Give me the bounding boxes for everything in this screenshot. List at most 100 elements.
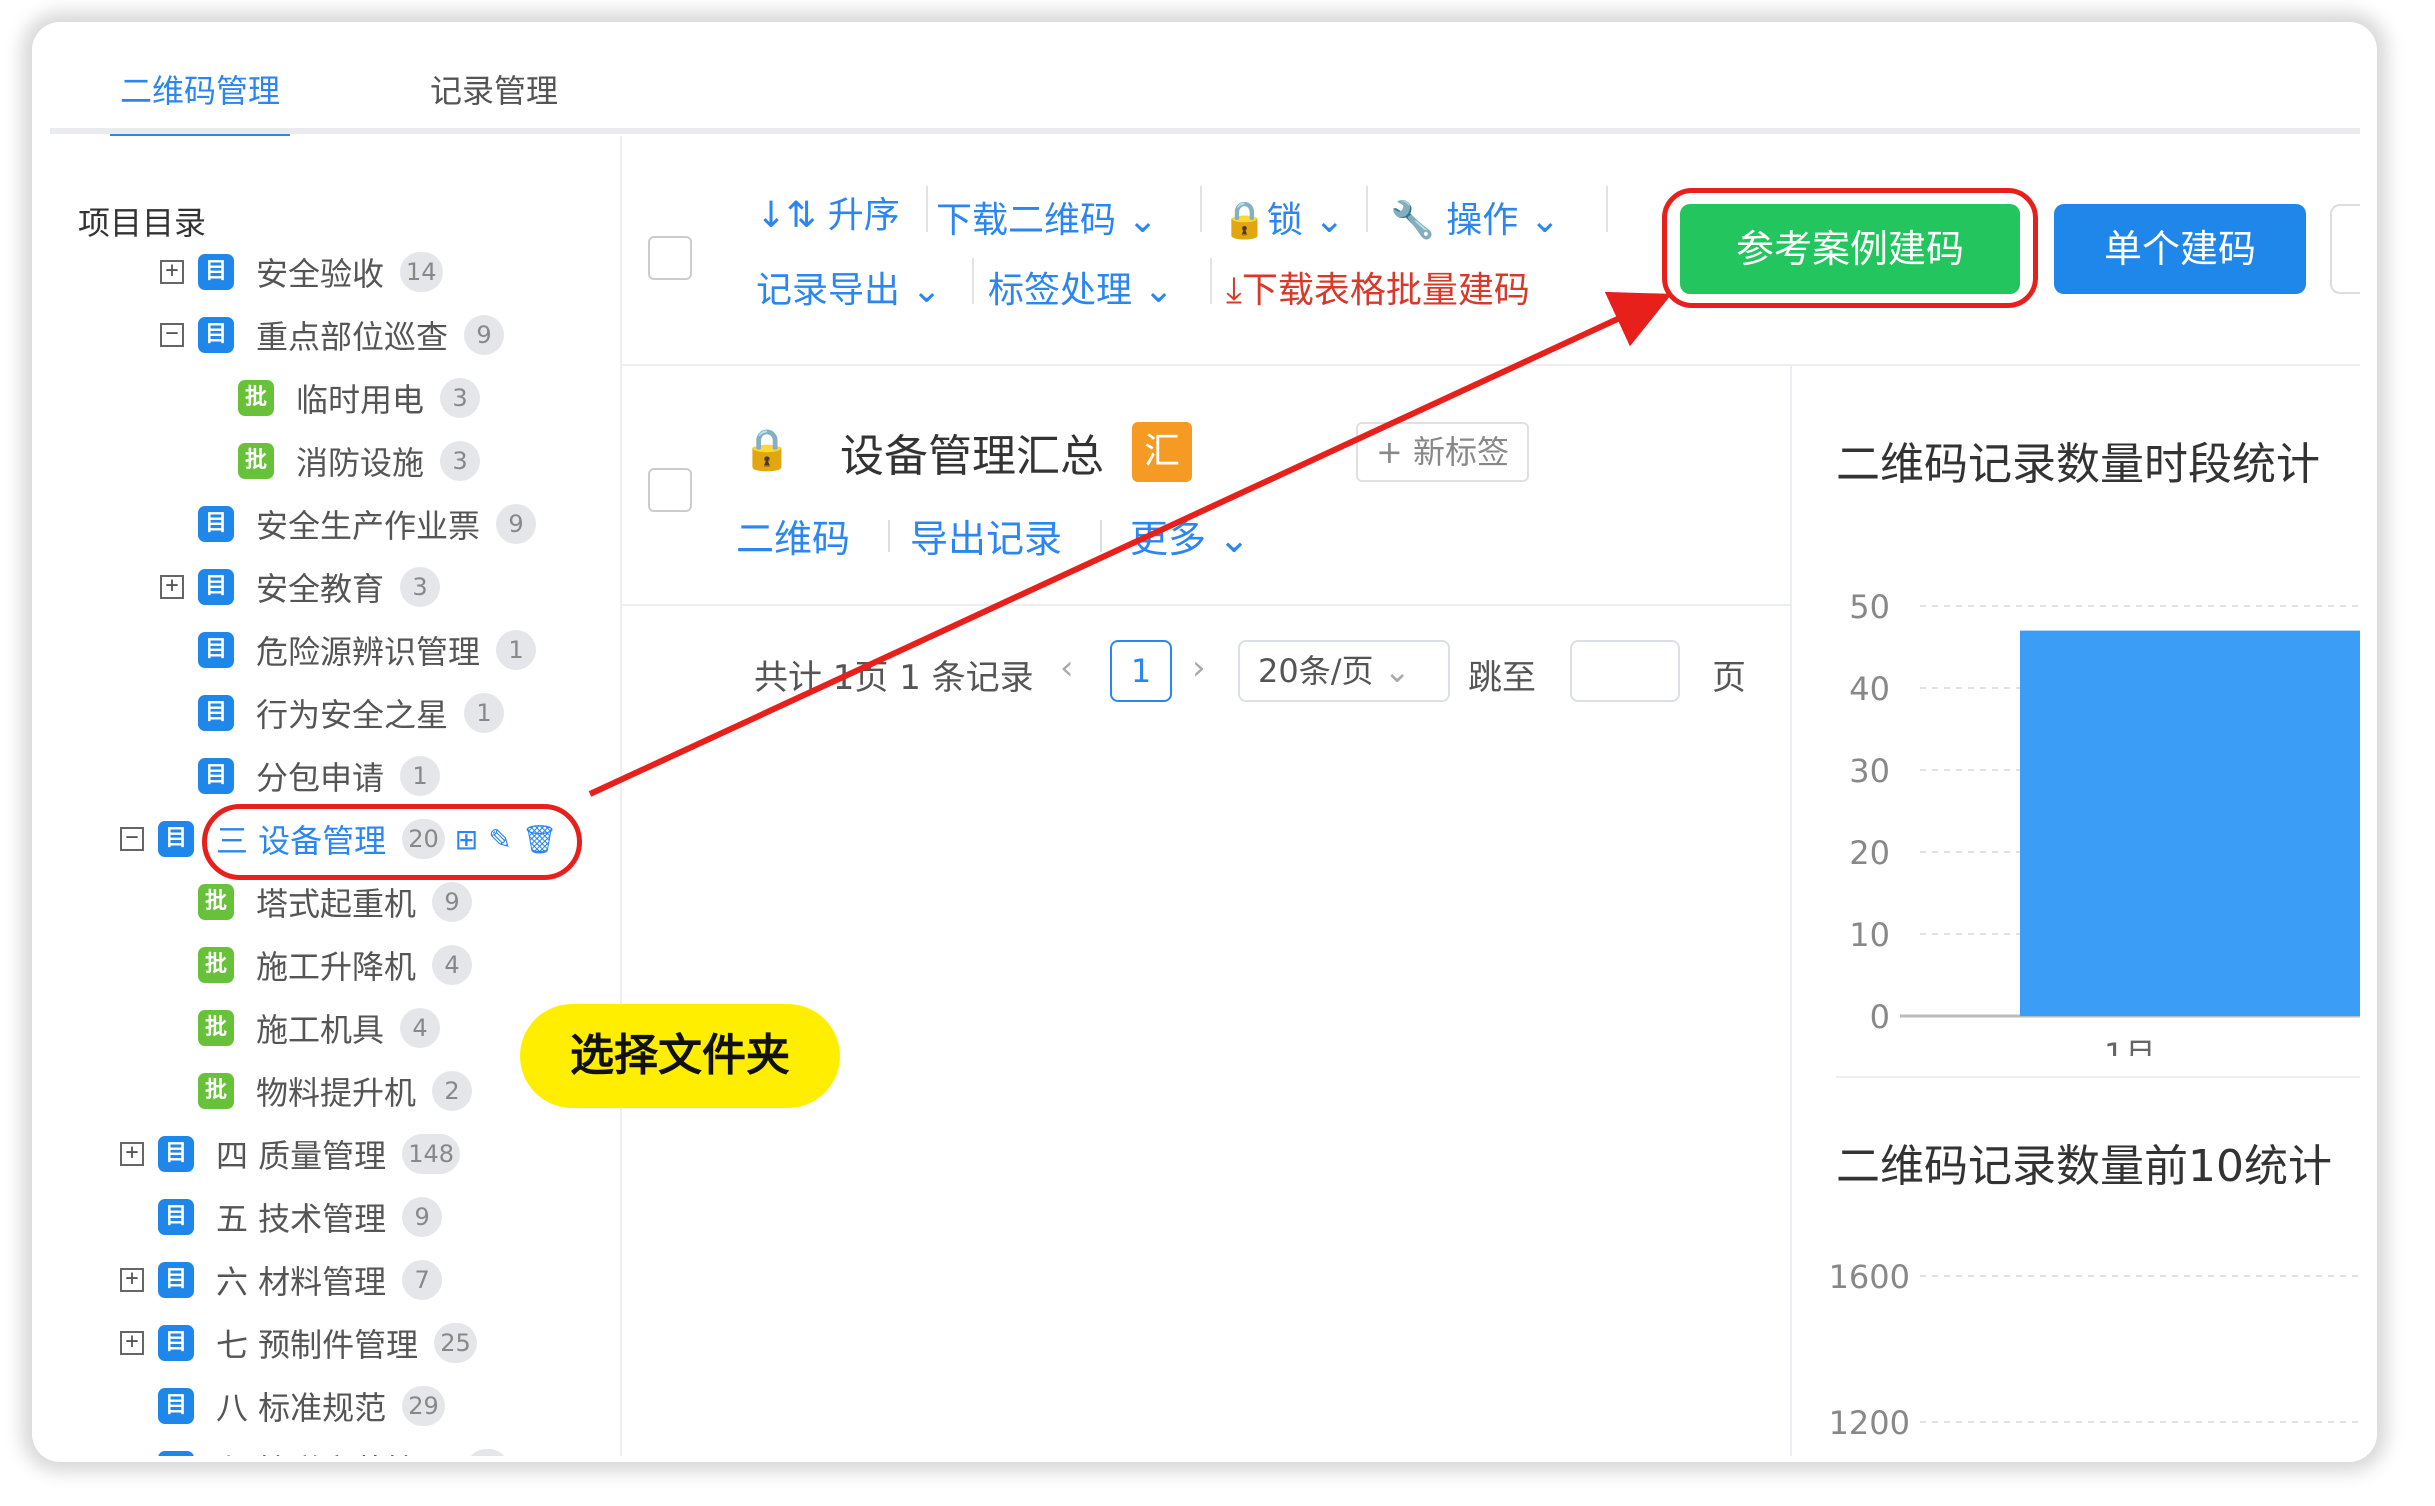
jump-page-input[interactable] <box>1570 640 1680 702</box>
tree-node-label: 分包申请 <box>256 759 385 797</box>
folder-icon: 目 <box>198 254 234 290</box>
page-suffix: 页 <box>1712 658 1746 698</box>
folder-icon: 目 <box>158 1388 194 1424</box>
sort-ascending-button[interactable]: ↓⇅ 升序 <box>756 186 900 238</box>
tree-node-material-management[interactable]: + 目 六 材料管理 7 <box>120 1254 443 1306</box>
operate-dropdown[interactable]: 🔧 操作 ⌄ <box>1390 191 1560 243</box>
folder-icon: 目 <box>158 821 194 857</box>
link-divider <box>1100 520 1102 552</box>
tree-node-pipe-installation[interactable]: + 目 九 管道安装管理 45 <box>120 1443 509 1456</box>
y-tick-label: 50 <box>1849 588 1890 626</box>
count-badge: 1 <box>400 756 441 796</box>
count-badge: 25 <box>434 1323 477 1363</box>
lock-dropdown[interactable]: 🔒锁 ⌄ <box>1222 191 1344 243</box>
tree-node-safety-star[interactable]: 目 行为安全之星 1 <box>198 687 505 739</box>
tree-node-label: 临时用电 <box>296 381 425 419</box>
chevron-down-icon: ⌄ <box>1373 652 1411 690</box>
count-badge: 14 <box>400 252 443 292</box>
chevron-down-icon: ⌄ <box>1132 270 1174 311</box>
next-page-icon[interactable]: › <box>1192 648 1206 688</box>
tree-node-construction-tools[interactable]: 批 施工机具 4 <box>198 1002 441 1054</box>
count-badge: 2 <box>432 1071 473 1111</box>
tree-node-fire-facilities[interactable]: 批 消防设施 3 <box>238 435 481 487</box>
tree-node-label: 消防设施 <box>296 444 425 482</box>
tree-node-subcontract[interactable]: 目 分包申请 1 <box>198 750 441 802</box>
expand-icon[interactable]: + <box>120 1268 144 1292</box>
link-divider <box>888 520 890 552</box>
tag-process-dropdown[interactable]: 标签处理 ⌄ <box>988 261 1174 313</box>
tree-node-safety-acceptance[interactable]: + 目 安全验收 14 <box>160 246 443 298</box>
page-1-button[interactable]: 1 <box>1110 640 1172 702</box>
batch-icon: 批 <box>198 947 234 983</box>
select-all-checkbox[interactable] <box>648 236 692 280</box>
count-badge: 9 <box>496 504 537 544</box>
tree-node-label: 安全生产作业票 <box>256 507 481 545</box>
expand-icon[interactable]: + <box>160 260 184 284</box>
tree-node-material-hoist[interactable]: 批 物料提升机 2 <box>198 1065 473 1117</box>
new-tag-button[interactable]: + 新标签 <box>1356 422 1529 482</box>
single-build-button[interactable]: 单个建码 <box>2054 204 2306 294</box>
folder-icon: 目 <box>158 1262 194 1298</box>
card-title: 设备管理汇总 <box>840 431 1104 482</box>
count-badge: 45 <box>466 1449 509 1456</box>
tree-node-work-permit[interactable]: 目 安全生产作业票 9 <box>198 498 537 550</box>
chevron-down-icon: ⌄ <box>1116 200 1158 241</box>
folder-icon: 目 <box>198 317 234 353</box>
panel-divider <box>1790 364 1792 1456</box>
count-badge: 1 <box>496 630 537 670</box>
tree-node-technical-management[interactable]: 目 五 技术管理 9 <box>158 1191 443 1243</box>
expand-icon[interactable]: + <box>160 575 184 599</box>
tree-node-hazard-identification[interactable]: 目 危险源辨识管理 1 <box>198 624 537 676</box>
download-qr-dropdown[interactable]: 下载二维码 ⌄ <box>936 191 1158 243</box>
toolbar-divider <box>926 186 928 232</box>
highlight-ring-reference <box>1662 188 2038 308</box>
count-badge: 3 <box>440 378 481 418</box>
tree-node-tower-crane[interactable]: 批 塔式起重机 9 <box>198 876 473 928</box>
tree-node-label: 安全教育 <box>256 570 385 608</box>
count-badge: 4 <box>432 945 473 985</box>
expand-icon[interactable]: + <box>120 1331 144 1355</box>
stats-title-top10: 二维码记录数量前10统计 <box>1836 1141 2332 1192</box>
bar <box>2020 630 2360 1016</box>
export-records-dropdown[interactable]: 记录导出 ⌄ <box>756 261 942 313</box>
batch-build-button[interactable]: 批 <box>2330 204 2360 294</box>
tree-node-prefab-management[interactable]: + 目 七 预制件管理 25 <box>120 1317 477 1369</box>
y-tick-label: 30 <box>1849 752 1890 790</box>
export-records-link[interactable]: 导出记录 <box>910 508 1062 563</box>
y-tick-label: 1200 <box>1829 1404 1910 1442</box>
tab-record-management[interactable]: 记录管理 <box>430 66 558 112</box>
batch-icon: 批 <box>198 1010 234 1046</box>
tree-node-label: 施工机具 <box>256 1011 385 1049</box>
more-dropdown[interactable]: 更多 ⌄ <box>1130 508 1250 563</box>
tree-node-label: 施工升降机 <box>256 948 417 986</box>
chevron-down-icon: ⌄ <box>1302 200 1345 241</box>
divider <box>620 364 2360 366</box>
lock-icon: 🔒 <box>1222 200 1267 241</box>
folder-icon: 目 <box>158 1325 194 1361</box>
page-size-select[interactable]: 20条/页 ⌄ <box>1238 640 1450 702</box>
tree-node-temp-power[interactable]: 批 临时用电 3 <box>238 372 481 424</box>
prev-page-icon[interactable]: ‹ <box>1060 648 1074 688</box>
tree-node-label: 重点部位巡查 <box>256 318 449 356</box>
tree-node-label: 行为安全之星 <box>256 696 449 734</box>
toolbar-divider <box>1210 258 1212 304</box>
collapse-icon[interactable]: − <box>120 827 144 851</box>
qr-code-link[interactable]: 二维码 <box>736 508 850 563</box>
tree-node-standards[interactable]: 目 八 标准规范 29 <box>158 1380 445 1432</box>
lock-icon: 🔒 <box>742 427 792 473</box>
tree-node-label: 七 预制件管理 <box>216 1326 419 1364</box>
folder-icon: 目 <box>198 632 234 668</box>
folder-icon: 目 <box>198 506 234 542</box>
tab-qr-management[interactable]: 二维码管理 <box>109 66 291 138</box>
tree-node-quality-management[interactable]: + 目 四 质量管理 148 <box>120 1128 460 1180</box>
tree-node-key-inspection[interactable]: − 目 重点部位巡查 9 <box>160 309 505 361</box>
collapse-icon[interactable]: − <box>160 323 184 347</box>
expand-icon[interactable]: + <box>120 1142 144 1166</box>
download-batch-link[interactable]: ⤓下载表格批量建码 <box>1226 261 1530 313</box>
row-checkbox[interactable] <box>648 468 692 512</box>
tree-node-construction-elevator[interactable]: 批 施工升降机 4 <box>198 939 473 991</box>
tree-node-safety-education[interactable]: + 目 安全教育 3 <box>160 561 441 613</box>
count-badge: 148 <box>402 1134 460 1174</box>
y-tick-label: 1600 <box>1829 1258 1910 1296</box>
tree-node-label: 四 质量管理 <box>216 1137 387 1175</box>
